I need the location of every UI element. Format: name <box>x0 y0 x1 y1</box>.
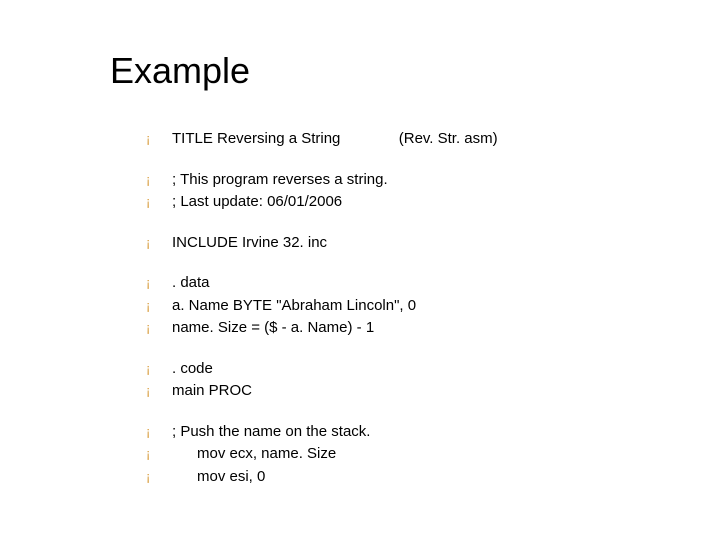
bullet-icon: ¡ <box>110 233 172 253</box>
list-item: ¡a. Name BYTE "Abraham Lincoln", 0 <box>110 295 720 318</box>
bullet-icon: ¡ <box>110 318 172 338</box>
bullet-icon: ¡ <box>110 422 172 442</box>
list-item-text: INCLUDE Irvine 32. inc <box>172 232 327 255</box>
list-item: ¡ mov ecx, name. Size <box>110 443 720 466</box>
list-item-text: a. Name BYTE "Abraham Lincoln", 0 <box>172 295 416 318</box>
bullet-icon: ¡ <box>110 467 172 487</box>
list-item-text: ; Push the name on the stack. <box>172 421 370 444</box>
bullet-icon: ¡ <box>110 296 172 316</box>
list-item: ¡main PROC <box>110 380 720 403</box>
list-item-text: ; Last update: 06/01/2006 <box>172 191 342 214</box>
bullet-group: ¡. code¡main PROC <box>110 358 720 403</box>
list-item-text: mov esi, 0 <box>172 466 265 489</box>
slide: Example ¡TITLE Reversing a String (Rev. … <box>0 0 720 540</box>
bullet-group: ¡; Push the name on the stack.¡ mov ecx,… <box>110 421 720 489</box>
list-item: ¡TITLE Reversing a String (Rev. Str. asm… <box>110 128 720 151</box>
bullet-group: ¡; This program reverses a string.¡; Las… <box>110 169 720 214</box>
bullet-icon: ¡ <box>110 273 172 293</box>
list-item-text: main PROC <box>172 380 252 403</box>
bullet-icon: ¡ <box>110 170 172 190</box>
bullet-group: ¡TITLE Reversing a String (Rev. Str. asm… <box>110 128 720 151</box>
list-item: ¡. data <box>110 272 720 295</box>
bullet-icon: ¡ <box>110 444 172 464</box>
list-item: ¡; Push the name on the stack. <box>110 421 720 444</box>
bullet-icon: ¡ <box>110 129 172 149</box>
bullet-icon: ¡ <box>110 192 172 212</box>
list-item-text: name. Size = ($ - a. Name) - 1 <box>172 317 374 340</box>
list-item: ¡INCLUDE Irvine 32. inc <box>110 232 720 255</box>
list-item-text: TITLE Reversing a String (Rev. Str. asm) <box>172 128 498 151</box>
list-item: ¡. code <box>110 358 720 381</box>
bullet-group: ¡. data¡a. Name BYTE "Abraham Lincoln", … <box>110 272 720 340</box>
bullet-group: ¡INCLUDE Irvine 32. inc <box>110 232 720 255</box>
bullet-icon: ¡ <box>110 381 172 401</box>
list-item: ¡; This program reverses a string. <box>110 169 720 192</box>
list-item-text: mov ecx, name. Size <box>172 443 336 466</box>
slide-title: Example <box>110 50 720 92</box>
list-item-text: . code <box>172 358 213 381</box>
list-item: ¡; Last update: 06/01/2006 <box>110 191 720 214</box>
list-item: ¡name. Size = ($ - a. Name) - 1 <box>110 317 720 340</box>
list-item: ¡ mov esi, 0 <box>110 466 720 489</box>
slide-body: ¡TITLE Reversing a String (Rev. Str. asm… <box>110 128 720 488</box>
list-item-text: ; This program reverses a string. <box>172 169 388 192</box>
list-item-text: . data <box>172 272 210 295</box>
bullet-icon: ¡ <box>110 359 172 379</box>
